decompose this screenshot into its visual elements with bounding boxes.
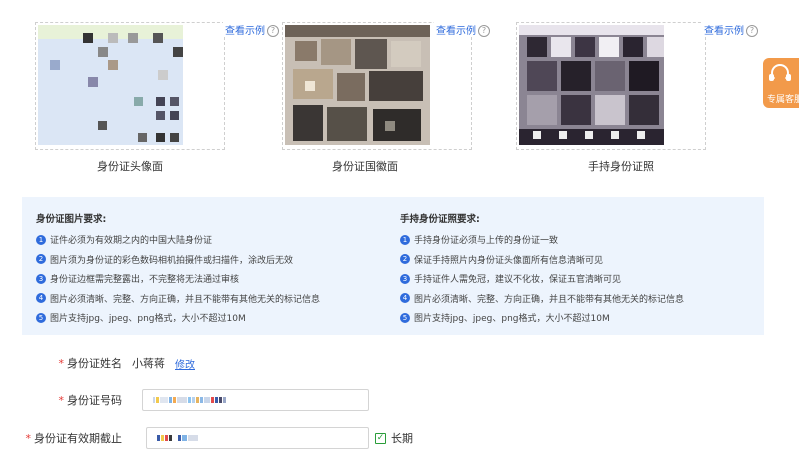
requirement-text: 图片支持jpg、jpeg、png格式，大小不超过10M — [414, 314, 610, 325]
number-badge-icon: 4 — [400, 293, 410, 304]
long-term-label: 长期 — [391, 432, 413, 445]
view-sample-label: 查看示例 — [225, 26, 265, 37]
expiry-label-text: 身份证有效期截止 — [34, 432, 122, 445]
view-sample-link[interactable]: 查看示例? — [223, 22, 279, 37]
requirement-text: 图片必须清晰、完整、方向正确，并且不能带有其他无关的标记信息 — [414, 294, 685, 305]
edit-name-link[interactable]: 修改 — [175, 356, 195, 371]
long-term-checkbox[interactable]: ✓ — [375, 432, 386, 444]
requirement-text: 保证手持照片内身份证头像面所有信息清晰可见 — [414, 255, 604, 266]
required-mark: * — [25, 432, 32, 445]
required-mark: * — [58, 357, 65, 370]
help-icon[interactable]: ? — [267, 25, 279, 37]
expiry-label: * 身份证有效期截止 — [0, 430, 132, 446]
help-icon[interactable]: ? — [478, 25, 490, 37]
headset-icon — [769, 64, 791, 82]
requirement-item: 4 图片必须清晰、完整、方向正确，并且不能带有其他无关的标记信息 — [400, 289, 684, 309]
name-label-text: 身份证姓名 — [67, 357, 122, 370]
customer-service-button[interactable]: 专属客服 — [763, 58, 799, 108]
id-number-row: * 身份证号码 — [0, 389, 369, 411]
requirement-item: 1 手持身份证必须与上传的身份证一致 — [400, 230, 684, 250]
requirements-title: 身份证图片要求: — [36, 214, 107, 225]
help-icon[interactable]: ? — [746, 25, 758, 37]
customer-service-label: 专属客服 — [767, 95, 799, 105]
name-row: * 身份证姓名 小蒋蒋 修改 — [0, 352, 196, 374]
requirement-text: 图片必须清晰、完整、方向正确，并且不能带有其他无关的标记信息 — [50, 294, 321, 305]
requirement-item: 5 图片支持jpg、jpeg、png格式，大小不超过10M — [400, 308, 684, 328]
name-label: * 身份证姓名 — [0, 355, 132, 371]
expiry-date-input[interactable] — [146, 427, 369, 449]
name-value: 小蒋蒋 — [132, 357, 165, 370]
card-caption: 身份证头像面 — [97, 160, 163, 173]
id-photo-requirements: 身份证图片要求: 1 证件必须为有效期之内的中国大陆身份证 2 图片须为身份证的彩色… — [36, 211, 320, 328]
expiry-row: * 身份证有效期截止 ✓ 长期 — [0, 427, 413, 449]
check-icon: ✓ — [376, 432, 385, 443]
number-badge-icon: 5 — [400, 312, 410, 323]
view-sample-label: 查看示例 — [704, 26, 744, 37]
requirement-item: 3 手持证件人需免冠，建议不化妆，保证五官清晰可见 — [400, 269, 684, 289]
requirement-item: 1 证件必须为有效期之内的中国大陆身份证 — [36, 230, 320, 250]
requirement-item: 4 图片必须清晰、完整、方向正确，并且不能带有其他无关的标记信息 — [36, 289, 320, 309]
requirement-text: 证件必须为有效期之内的中国大陆身份证 — [50, 236, 213, 247]
requirement-text: 图片须为身份证的彩色数码相机拍摄件或扫描件，涂改后无效 — [50, 255, 294, 266]
id-front-image — [38, 25, 183, 145]
number-badge-icon: 5 — [36, 312, 46, 323]
requirement-text: 手持证件人需免冠，建议不化妆，保证五官清晰可见 — [414, 275, 622, 286]
card-caption: 身份证国徽面 — [332, 160, 398, 173]
handheld-photo-requirements: 手持身份证照要求: 1 手持身份证必须与上传的身份证一致 2 保证手持照片内身份证头… — [400, 211, 684, 328]
requirements-panel: 身份证图片要求: 1 证件必须为有效期之内的中国大陆身份证 2 图片须为身份证的彩色… — [22, 197, 764, 335]
number-badge-icon: 2 — [400, 254, 410, 265]
number-badge-icon: 4 — [36, 293, 46, 304]
number-badge-icon: 1 — [400, 234, 410, 245]
id-number-label-text: 身份证号码 — [67, 394, 122, 407]
requirement-item: 2 保证手持照片内身份证头像面所有信息清晰可见 — [400, 250, 684, 270]
requirement-item: 2 图片须为身份证的彩色数码相机拍摄件或扫描件，涂改后无效 — [36, 250, 320, 270]
requirement-text: 身份证边框需完整露出，不完整将无法通过审核 — [50, 275, 240, 286]
view-sample-label: 查看示例 — [436, 26, 476, 37]
requirement-item: 3 身份证边框需完整露出，不完整将无法通过审核 — [36, 269, 320, 289]
required-mark: * — [58, 394, 65, 407]
requirement-text: 图片支持jpg、jpeg、png格式，大小不超过10M — [50, 314, 246, 325]
requirement-text: 手持身份证必须与上传的身份证一致 — [414, 236, 559, 247]
id-number-input[interactable] — [142, 389, 369, 411]
requirement-item: 5 图片支持jpg、jpeg、png格式，大小不超过10M — [36, 308, 320, 328]
id-number-label: * 身份证号码 — [0, 392, 132, 408]
view-sample-link[interactable]: 查看示例? — [434, 22, 490, 37]
handheld-id-image — [519, 25, 664, 145]
id-back-image — [285, 25, 430, 145]
number-badge-icon: 3 — [36, 273, 46, 284]
number-badge-icon: 2 — [36, 254, 46, 265]
view-sample-link[interactable]: 查看示例? — [702, 22, 758, 37]
requirements-title: 手持身份证照要求: — [400, 214, 480, 225]
card-caption: 手持身份证照 — [588, 160, 654, 173]
long-term-checkbox-wrap[interactable]: ✓ 长期 — [375, 430, 413, 446]
number-badge-icon: 3 — [400, 273, 410, 284]
number-badge-icon: 1 — [36, 234, 46, 245]
